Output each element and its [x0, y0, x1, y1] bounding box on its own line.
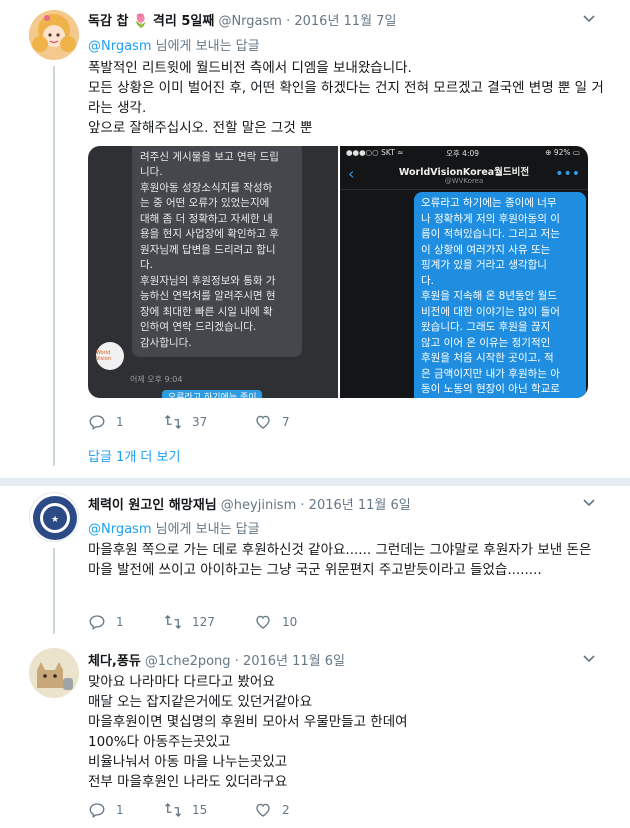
separator-dot: ·	[234, 654, 239, 669]
like-button[interactable]: 7	[254, 413, 334, 431]
avatar[interactable]	[29, 10, 79, 60]
reply-context: @Nrgasm 님에게 보내는 답글	[88, 518, 260, 537]
handle[interactable]: @Nrgasm	[218, 14, 282, 29]
handle[interactable]: @1che2pong	[145, 654, 231, 669]
timestamp[interactable]: 2016년 11월 6일	[243, 654, 345, 669]
tweet-header: 체다,퐁듀 @1che2pong · 2016년 11월 6일	[88, 650, 345, 669]
tweet-text: 마을후원 쪽으로 가는 데로 후원하신것 같아요...... 그런데는 그야말로…	[88, 542, 596, 578]
tweet-media[interactable]: 후원자님께서 지난 11월 6일 올 려주신 게시물을 보고 연락 드립 니다.…	[88, 146, 588, 398]
like-button[interactable]: 10	[254, 613, 334, 631]
thread-line	[53, 548, 55, 634]
tweet-text: 맞아요 나라마다 다르다고 봤어요 매달 오는 잡지같은거에도 있던거같아요 마…	[88, 674, 408, 790]
show-more-replies-link[interactable]: 답글 1개 더 보기	[88, 446, 180, 465]
worldvision-logo-icon: World Vision	[96, 342, 124, 370]
reply-button[interactable]: 1	[88, 413, 164, 431]
reply-icon	[89, 615, 105, 631]
thread-line	[53, 66, 55, 466]
tweet-header: 독감 찹 🌷 격리 5일째 @Nrgasm · 2016년 11월 7일	[88, 10, 396, 29]
retweet-count: 127	[192, 615, 215, 629]
like-count: 2	[282, 803, 290, 817]
chevron-down-icon[interactable]	[583, 12, 595, 26]
retweet-icon	[165, 803, 181, 817]
media-image-left[interactable]: 후원자님께서 지난 11월 6일 올 려주신 게시물을 보고 연락 드립 니다.…	[88, 146, 338, 398]
mention-link[interactable]: @Nrgasm	[88, 39, 152, 54]
avatar[interactable]	[29, 648, 79, 698]
dm-message-bubble-partial: 오류라고 하기에는 종이에 너무	[162, 390, 262, 398]
phone-status-bar: ●●●○○ SKT ≈ 오후 4:09 ⊕ 92% ▭	[346, 148, 580, 158]
retweet-button[interactable]: 37	[164, 413, 254, 431]
reply-button[interactable]: 1	[88, 613, 164, 631]
reply-count: 1	[116, 803, 124, 817]
separator-dot: ·	[300, 498, 305, 513]
display-name[interactable]: 체다,퐁듀	[88, 654, 141, 669]
tulip-emoji-icon: 🌷	[132, 14, 149, 29]
reply-context: @Nrgasm 님에게 보내는 답글	[88, 35, 260, 54]
svg-text:★: ★	[51, 515, 59, 525]
handle[interactable]: @heyjinism	[221, 498, 296, 513]
timestamp[interactable]: 2016년 11월 7일	[294, 14, 396, 29]
separator-dot: ·	[286, 14, 291, 29]
retweet-count: 37	[192, 415, 208, 429]
like-count: 7	[282, 415, 290, 429]
avatar[interactable]: ★	[29, 492, 79, 542]
like-button[interactable]: 2	[254, 801, 334, 819]
tweet-text: 폭발적인 리트윗에 월드비전 측에서 디엠을 보내왔습니다. 모든 상황은 이미…	[88, 60, 604, 136]
reply-icon	[89, 415, 105, 431]
reply-count: 1	[116, 415, 124, 429]
chevron-down-icon[interactable]	[583, 496, 595, 510]
heart-icon	[256, 803, 270, 817]
more-icon: •••	[555, 166, 580, 182]
dm-subtitle: @WVKorea	[444, 177, 484, 185]
chevron-down-icon[interactable]	[583, 652, 595, 666]
display-name[interactable]: 체력이 원고인 해망재님	[88, 498, 217, 513]
heart-icon	[256, 615, 270, 629]
retweet-icon	[165, 615, 181, 629]
tweet-3[interactable]: 체다,퐁듀 @1che2pong · 2016년 11월 6일 맞아요 나라마다…	[0, 640, 630, 828]
reply-context-text: 님에게 보내는 답글	[151, 39, 260, 54]
display-name[interactable]: 독감 찹	[88, 14, 128, 29]
reply-button[interactable]: 1	[88, 801, 164, 819]
retweet-icon	[165, 415, 181, 429]
dm-header: ‹ WorldVisionKorea월드비전 @WVKorea •••	[340, 160, 588, 190]
section-divider	[0, 478, 630, 486]
tweet-actions: 1 37 7	[88, 412, 334, 432]
tweet-1[interactable]: 독감 찹 🌷 격리 5일째 @Nrgasm · 2016년 11월 7일 @Nr…	[0, 0, 630, 478]
tweet-header: 체력이 원고인 해망재님 @heyjinism · 2016년 11월 6일	[88, 494, 411, 513]
tweet-actions: 1 15 2	[88, 800, 334, 820]
mention-link[interactable]: @Nrgasm	[88, 522, 152, 537]
tweet-2[interactable]: ★ 체력이 원고인 해망재님 @heyjinism · 2016년 11월 6일…	[0, 486, 630, 634]
display-name-suffix[interactable]: 격리 5일째	[153, 14, 214, 29]
dm-message-bubble: 오류라고 하기에는 종이에 너무 나 정확하게 저의 후원아동의 이 름이 적혀…	[414, 192, 586, 398]
dm-message-bubble: 후원자님께서 지난 11월 6일 올 려주신 게시물을 보고 연락 드립 니다.…	[132, 146, 302, 357]
tweet-actions: 1 127 10	[88, 612, 334, 632]
heart-icon	[256, 415, 270, 429]
like-count: 10	[282, 615, 298, 629]
reply-context-text: 님에게 보내는 답글	[151, 522, 260, 537]
media-image-right[interactable]: ●●●○○ SKT ≈ 오후 4:09 ⊕ 92% ▭ ‹ WorldVisio…	[340, 146, 588, 398]
timestamp[interactable]: 2016년 11월 6일	[309, 498, 411, 513]
reply-count: 1	[116, 615, 124, 629]
retweet-button[interactable]: 15	[164, 801, 254, 819]
retweet-button[interactable]: 127	[164, 613, 254, 631]
message-time: 어제 오후 9:04	[130, 375, 183, 384]
reply-icon	[89, 803, 105, 819]
dm-title: WorldVisionKorea월드비전	[398, 167, 530, 178]
retweet-count: 15	[192, 803, 208, 817]
